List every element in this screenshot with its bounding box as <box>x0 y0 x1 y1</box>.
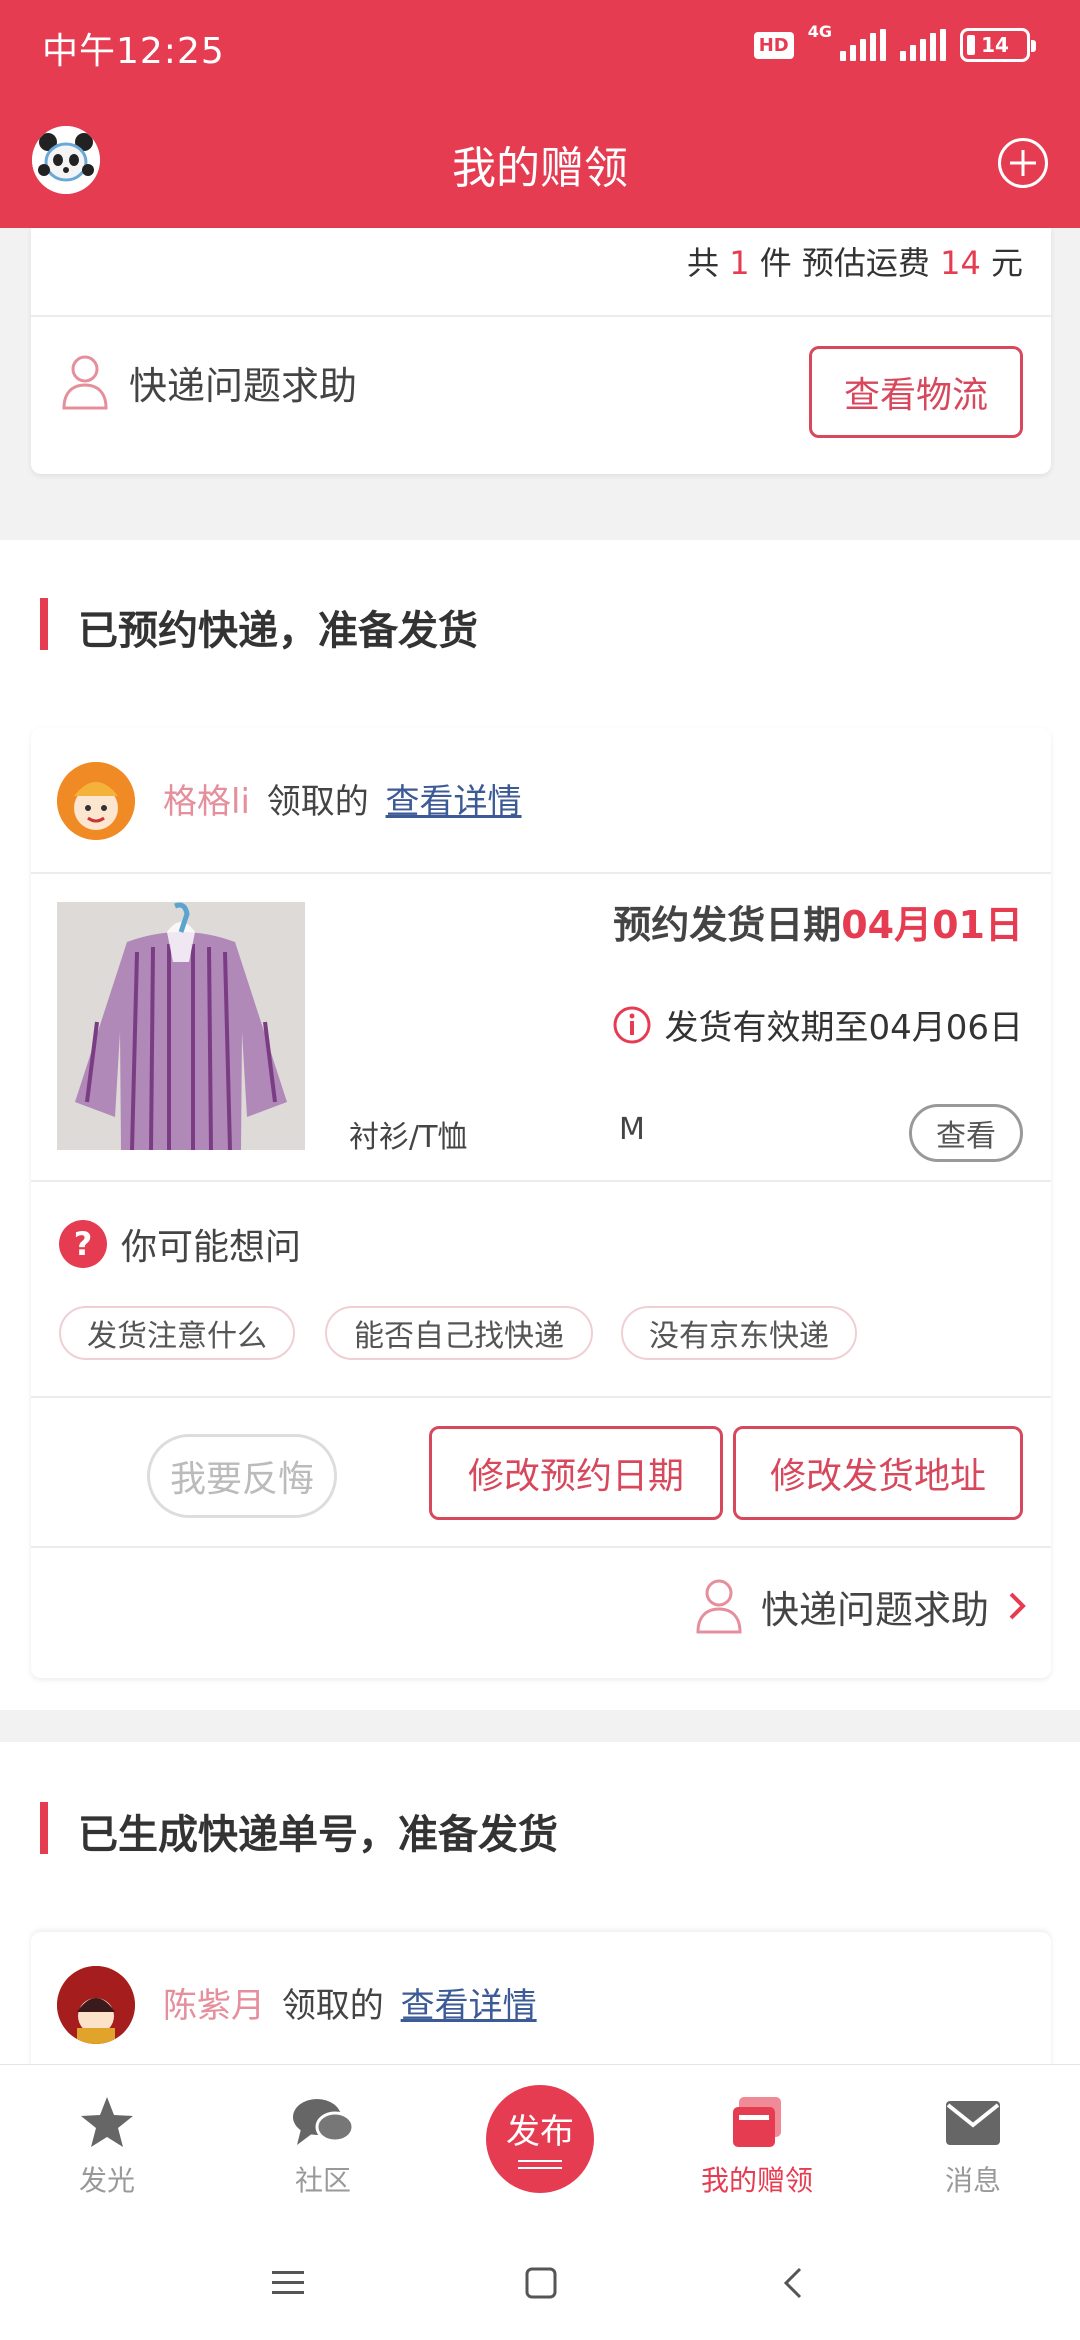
divider <box>31 1180 1051 1182</box>
view-item-button[interactable]: 查看 <box>909 1104 1023 1162</box>
courier-help-label: 快递问题求助 <box>129 363 358 408</box>
status-time: 中午12:25 <box>42 31 225 72</box>
svg-text:?: ? <box>74 1225 93 1263</box>
divider <box>31 1396 1051 1398</box>
change-address-button[interactable]: 修改发货地址 <box>733 1426 1023 1520</box>
publish-button[interactable]: 发布 <box>486 2085 594 2193</box>
view-detail-link[interactable]: 查看详情 <box>386 782 522 822</box>
add-button[interactable] <box>998 138 1048 188</box>
claimer-avatar[interactable] <box>57 1966 135 2044</box>
divider <box>31 1546 1051 1548</box>
claimed-text: 领取的 <box>266 782 369 822</box>
signal-icon <box>840 29 886 61</box>
page-title: 我的赠领 <box>452 143 628 194</box>
section-title: 已生成快递单号，准备发货 <box>78 1812 558 1858</box>
gift-card-icon <box>733 2097 781 2147</box>
divider <box>31 872 1051 874</box>
section-accent-bar <box>40 598 48 650</box>
ship-date-label: 预约发货日期 <box>613 903 842 947</box>
nav-label: 社区 <box>294 2164 351 2197</box>
courier-help-link[interactable]: 快递问题求助 <box>695 1578 1027 1634</box>
nav-item-community[interactable]: 社区 <box>258 2093 388 2199</box>
faq-tag[interactable]: 没有京东快递 <box>621 1306 857 1360</box>
app-header: 中午12:25 HD 4G 14 我的赠领 <box>0 0 1080 228</box>
nav-label: 发光 <box>78 2164 135 2197</box>
claimer-name[interactable]: 格格li <box>163 782 250 822</box>
battery-icon: 14 <box>960 28 1036 62</box>
view-logistics-button[interactable]: 查看物流 <box>809 346 1023 438</box>
battery-level: 14 <box>981 33 1009 57</box>
nav-item-glow[interactable]: 发光 <box>42 2093 172 2199</box>
section-accent-bar <box>40 1802 48 1854</box>
ship-date-value: 04月01日 <box>841 903 1023 947</box>
shirt-image <box>57 902 305 1150</box>
claimer-avatar[interactable] <box>57 762 135 840</box>
nav-label: 消息 <box>944 2164 1001 2197</box>
item-category: 衬衫/T恤 <box>349 1120 468 1155</box>
menu-icon[interactable] <box>270 2268 306 2298</box>
status-bar: 中午12:25 HD 4G 14 <box>0 0 1080 92</box>
change-date-button[interactable]: 修改预约日期 <box>429 1426 723 1520</box>
validity-text: 发货有效期至04月06日 <box>664 1008 1023 1048</box>
order-card-previous: 共 1 件 预估运费 14 元 快递问题求助 查看物流 <box>31 228 1051 474</box>
claimer-name[interactable]: 陈紫月 <box>163 1986 265 2026</box>
bottom-nav: 发光 社区 发布 我的赠领 消息 <box>0 2064 1080 2224</box>
regret-button[interactable]: 我要反悔 <box>147 1434 337 1518</box>
faq-header: ? 你可能想问 <box>59 1218 301 1270</box>
nav-item-messages[interactable]: 消息 <box>908 2093 1038 2199</box>
question-icon: ? <box>59 1220 107 1268</box>
home-icon[interactable] <box>524 2266 558 2300</box>
courier-help-label: 快递问题求助 <box>760 1587 989 1632</box>
claimer-line: 陈紫月 领取的 查看详情 <box>163 1978 537 2027</box>
person-icon <box>62 355 108 410</box>
faq-tag[interactable]: 能否自己找快递 <box>325 1306 593 1360</box>
back-icon[interactable] <box>782 2266 804 2300</box>
star-icon <box>81 2097 133 2147</box>
order-summary: 共 1 件 预估运费 14 元 <box>687 244 1023 282</box>
faq-tag[interactable]: 发货注意什么 <box>59 1306 295 1360</box>
shipping-fee: 14 <box>940 244 981 282</box>
new-year-avatar-icon <box>57 1966 135 2044</box>
system-nav-bar <box>0 2224 1080 2340</box>
divider <box>31 315 1051 317</box>
chevron-right-icon <box>1009 1592 1026 1620</box>
ship-date-line: 预约发货日期04月01日 <box>613 894 1023 949</box>
section-title: 已预约快递，准备发货 <box>78 608 478 654</box>
validity-line: 发货有效期至04月06日 <box>612 1000 1023 1049</box>
claimed-text: 领取的 <box>281 1986 384 2026</box>
info-icon <box>613 1006 651 1043</box>
order-card: 格格li 领取的 查看详情 预约发货日期04月01日 发货有效期至04月06日 … <box>31 728 1051 1678</box>
hd-icon: HD <box>753 31 794 59</box>
item-size: M <box>619 1112 645 1147</box>
publish-label: 发布 <box>506 2112 574 2152</box>
item-photo[interactable] <box>57 902 305 1150</box>
nav-label: 我的赠领 <box>700 2164 813 2197</box>
claimer-line: 格格li 领取的 查看详情 <box>163 774 522 823</box>
status-icons: HD 4G 14 <box>753 21 1036 68</box>
signal-icon-2 <box>900 29 946 61</box>
faq-title: 你可能想问 <box>121 1227 302 1268</box>
view-detail-link[interactable]: 查看详情 <box>401 1986 537 2026</box>
person-icon <box>696 1579 742 1634</box>
mail-icon <box>946 2101 1000 2145</box>
publish-icon <box>518 2155 562 2174</box>
courier-help-link[interactable]: 快递问题求助 <box>61 354 357 410</box>
nav-item-my-gifts[interactable]: 我的赠领 <box>692 2093 822 2199</box>
network-type: 4G <box>807 21 832 41</box>
tiger-avatar-icon <box>57 762 135 840</box>
chat-bubble-icon <box>293 2099 355 2145</box>
item-count: 1 <box>729 244 750 282</box>
